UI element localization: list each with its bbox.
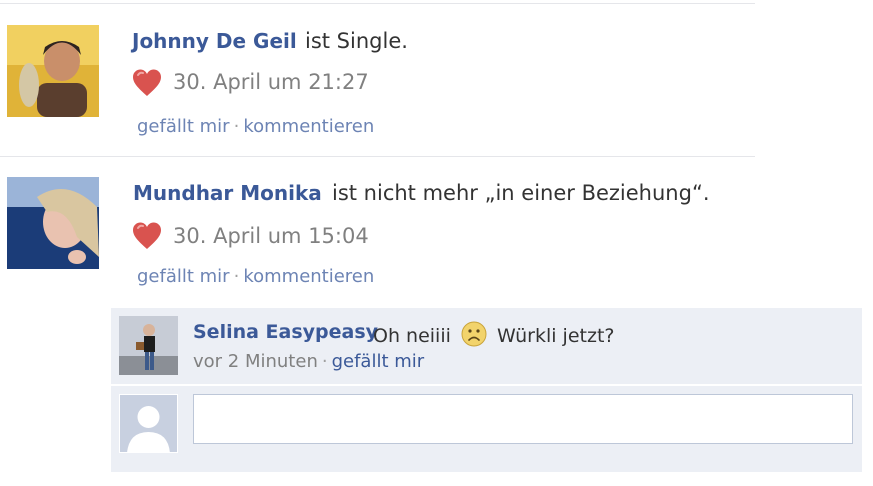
sad-face-icon <box>461 321 487 347</box>
avatar-selina[interactable] <box>119 316 178 375</box>
comment-link[interactable]: kommentieren <box>243 116 374 137</box>
like-link[interactable]: gefällt mir <box>137 266 230 287</box>
comment-text-before: Oh neiiii <box>373 325 451 347</box>
story-author-name[interactable]: Johnny De Geil <box>132 29 297 53</box>
comment-text-after: Würkli jetzt? <box>496 325 615 347</box>
story-timestamp[interactable]: 30. April um 15:04 <box>173 224 369 248</box>
comment-like-link[interactable]: gefällt mir <box>332 351 425 372</box>
heart-icon <box>133 69 161 96</box>
comment-meta: vor 2 Minuten · gefällt mir <box>193 351 424 372</box>
story-status-text: ist Single. <box>305 29 408 53</box>
comment-separator <box>111 384 862 386</box>
story-divider <box>0 156 755 157</box>
heart-icon <box>133 222 161 249</box>
action-separator: · <box>233 116 240 137</box>
comment-author-name[interactable]: Selina Easypeasy <box>193 321 378 343</box>
feed-top-divider <box>0 3 755 4</box>
default-avatar-icon <box>119 394 178 453</box>
story-status-text: ist nicht mehr „in einer Beziehung“. <box>332 181 710 205</box>
action-separator: · <box>233 266 240 287</box>
story-timestamp[interactable]: 30. April um 21:27 <box>173 70 369 94</box>
comment-input[interactable] <box>193 394 853 444</box>
like-link[interactable]: gefällt mir <box>137 116 230 137</box>
comment-time[interactable]: vor 2 Minuten <box>193 351 318 372</box>
story-actions: gefällt mir · kommentieren <box>137 116 374 137</box>
avatar-johnny[interactable] <box>7 25 99 117</box>
story-actions: gefällt mir · kommentieren <box>137 266 374 287</box>
avatar-monika[interactable] <box>7 177 99 269</box>
comment-link[interactable]: kommentieren <box>243 266 374 287</box>
meta-separator: · <box>321 351 328 372</box>
comment-text: Oh neiiii Würkli jetzt? <box>373 321 614 347</box>
story-author-name[interactable]: Mundhar Monika <box>133 181 322 205</box>
